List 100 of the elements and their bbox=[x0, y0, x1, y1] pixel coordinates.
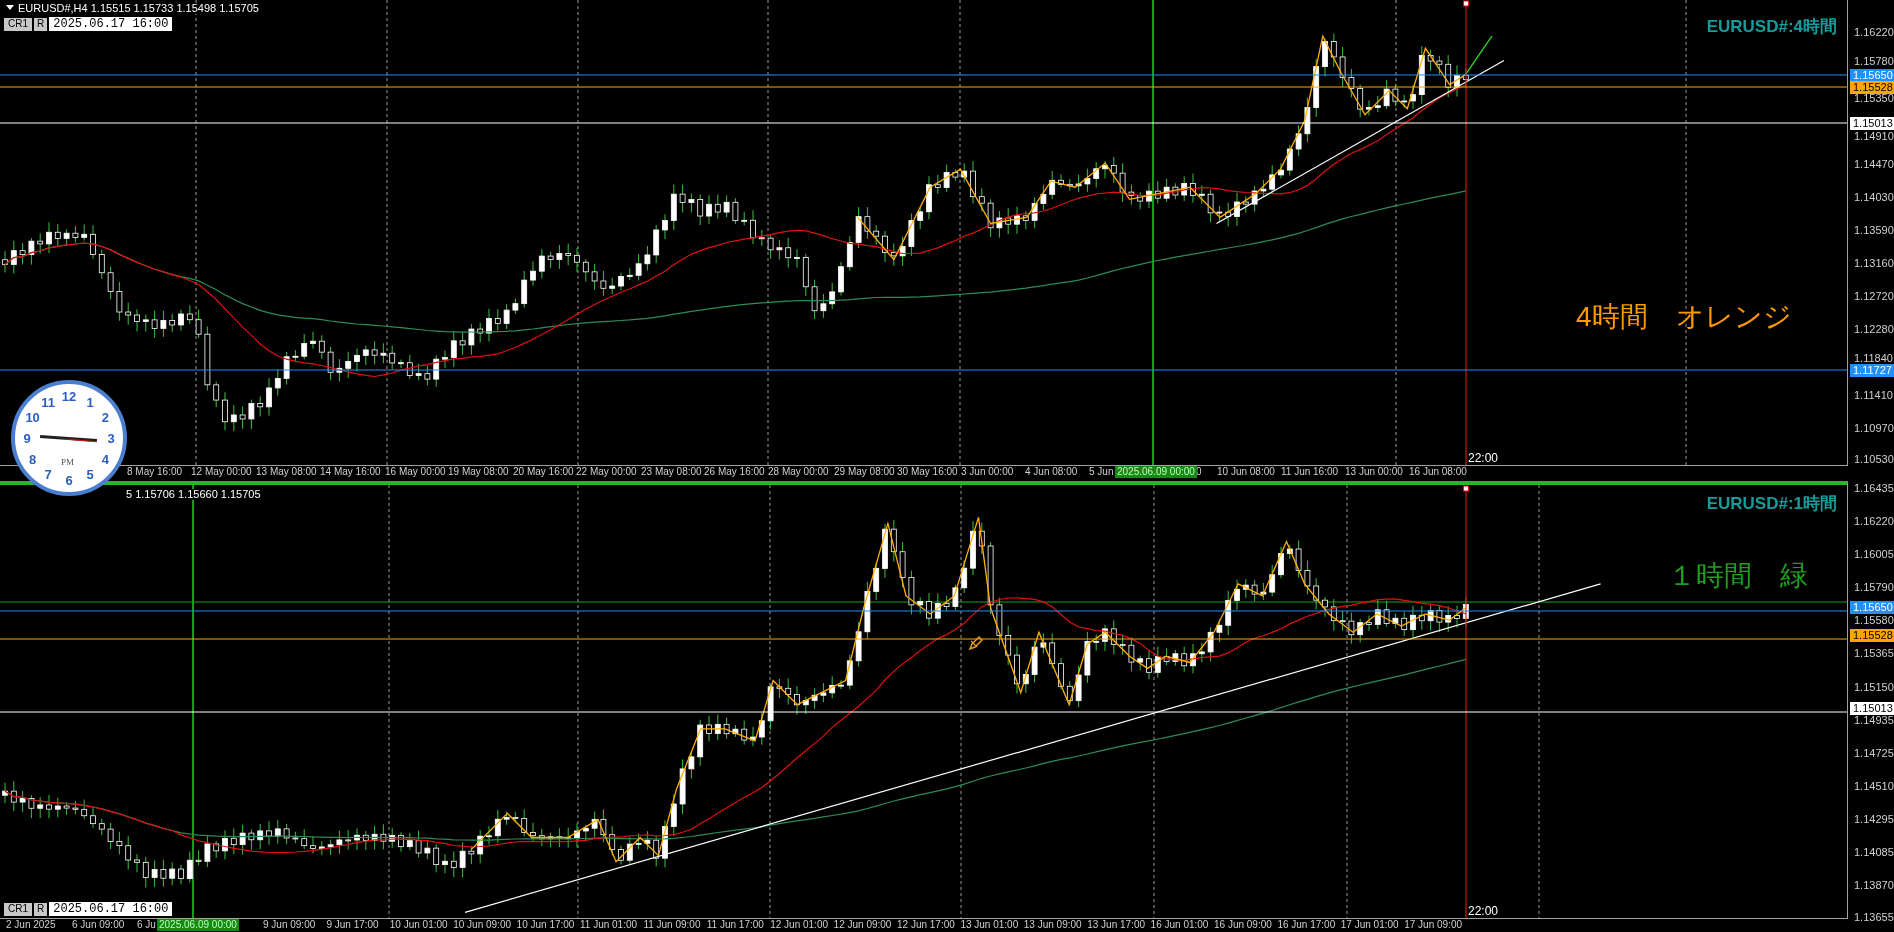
price-tick: 1.16220 bbox=[1854, 27, 1894, 38]
cursor-time-label: 2025.06.09 00:00 bbox=[157, 919, 239, 931]
time-label: 26 May 16:00 bbox=[704, 467, 765, 477]
time-label: 13 May 08:00 bbox=[256, 467, 317, 477]
time-label: 10 Jun 17:00 bbox=[516, 920, 575, 930]
clock-number: 5 bbox=[85, 468, 95, 482]
clock-number: 9 bbox=[22, 432, 32, 445]
clock-number: 11 bbox=[40, 395, 56, 409]
time-label: 12 Jun 09:00 bbox=[833, 920, 892, 930]
time-label: 11 Jun 17:00 bbox=[706, 920, 764, 930]
time-label: 13 Jun 17:00 bbox=[1087, 920, 1145, 930]
clock-number: 7 bbox=[43, 468, 53, 482]
price-tick: 1.15580 bbox=[1854, 615, 1894, 626]
price-marker-label: 1.15528 bbox=[1850, 629, 1894, 642]
time-label: 20 May 16:00 bbox=[513, 467, 574, 477]
chart-header: 5 1.15706 1.15660 1.15705 bbox=[126, 489, 261, 500]
price-marker-label: 1.15013 bbox=[1850, 117, 1894, 130]
time-label: 13 Jun 09:00 bbox=[1023, 920, 1082, 930]
time-label: 17 Jun 01:00 bbox=[1340, 920, 1399, 930]
clock-number: 8 bbox=[28, 453, 38, 466]
price-tick: 1.14030 bbox=[1854, 192, 1894, 203]
price-tick: 1.15790 bbox=[1854, 582, 1894, 593]
time-label: 17 Jun 09:00 bbox=[1404, 920, 1462, 930]
time-label: 10 Jun 09:00 bbox=[453, 920, 511, 930]
time-label: 12 May 00:00 bbox=[191, 467, 252, 477]
time-label: 12 Jun 01:00 bbox=[770, 920, 828, 930]
time-label: 2 Jun 2025 bbox=[6, 920, 56, 930]
symbol-label: EURUSD#:1時間 bbox=[1706, 493, 1837, 515]
time-label: 29 May 08:00 bbox=[834, 467, 895, 477]
clock-period: PM bbox=[61, 458, 74, 467]
time-label: 16 Jun 01:00 bbox=[1150, 920, 1209, 930]
time-label: 16 Jun 09:00 bbox=[1214, 920, 1272, 930]
end-time-label: 22:00 bbox=[1468, 452, 1499, 464]
price-tick: 1.15150 bbox=[1854, 682, 1894, 693]
price-tick: 1.16005 bbox=[1854, 549, 1894, 560]
time-label: 5 Jun bbox=[1089, 467, 1114, 477]
time-label: 4 Jun 08:00 bbox=[1025, 467, 1078, 477]
price-tick: 1.16220 bbox=[1854, 516, 1894, 527]
time-label: 3 Jun 00:00 bbox=[961, 467, 1014, 477]
cursor-time-label: 2025.06.09 00:00 bbox=[1115, 466, 1197, 478]
cr-button[interactable]: CR1 bbox=[4, 17, 32, 31]
cr-button[interactable]: CR1 bbox=[4, 902, 32, 916]
time-label: 19 May 08:00 bbox=[448, 467, 509, 477]
r-button[interactable]: R bbox=[34, 17, 48, 31]
time-label: 10 Jun 08:00 bbox=[1217, 467, 1275, 477]
time-label: 6 Jun 09:00 bbox=[72, 920, 125, 930]
price-tick: 1.14510 bbox=[1854, 781, 1894, 792]
chart-note: 4時間 オレンジ bbox=[1576, 300, 1792, 334]
price-tick: 1.11840 bbox=[1854, 353, 1893, 364]
price-tick: 1.15350 bbox=[1854, 93, 1894, 104]
time-label: 16 Jun 17:00 bbox=[1277, 920, 1336, 930]
price-tick: 1.10970 bbox=[1854, 423, 1894, 434]
price-tick: 1.15365 bbox=[1854, 648, 1894, 659]
time-label: 16 May 00:00 bbox=[385, 467, 446, 477]
price-marker-label: 1.15013 bbox=[1850, 702, 1894, 715]
end-time-label: 22:00 bbox=[1468, 905, 1499, 917]
price-tick: 1.13590 bbox=[1854, 225, 1894, 236]
time-label: 23 May 08:00 bbox=[641, 467, 702, 477]
pencil-icon bbox=[968, 635, 984, 651]
time-label: 10 Jun 01:00 bbox=[389, 920, 448, 930]
time-label: 22 May 00:00 bbox=[576, 467, 637, 477]
price-tick: 1.14295 bbox=[1854, 814, 1894, 825]
time-label: 6 Ju bbox=[137, 920, 156, 930]
clock-number: 6 bbox=[64, 474, 74, 487]
time-label: 11 Jun 01:00 bbox=[580, 920, 638, 930]
r-button[interactable]: R bbox=[34, 902, 48, 916]
clock-number: 1 bbox=[85, 395, 95, 409]
time-label: 28 May 00:00 bbox=[768, 467, 829, 477]
price-tick: 1.14935 bbox=[1854, 715, 1894, 726]
price-marker-label: 1.15528 bbox=[1850, 81, 1894, 94]
price-tick: 1.15780 bbox=[1854, 56, 1894, 67]
time-label: 16 Jun 08:00 bbox=[1409, 467, 1467, 477]
price-tick: 1.14085 bbox=[1854, 847, 1894, 858]
clock-number: 12 bbox=[60, 390, 78, 403]
dropdown-icon[interactable] bbox=[6, 5, 14, 10]
price-tick: 1.12280 bbox=[1854, 324, 1894, 335]
price-marker-label: 1.11727 bbox=[1850, 364, 1894, 377]
symbol-label: EURUSD#:4時間 bbox=[1706, 16, 1837, 38]
time-label: 9 Jun 09:00 bbox=[263, 920, 316, 930]
price-tick: 1.11410 bbox=[1854, 390, 1893, 401]
price-marker-label: 1.15650 bbox=[1850, 601, 1894, 614]
time-label: 11 Jun 16:00 bbox=[1281, 467, 1339, 477]
clock-number: 4 bbox=[100, 453, 110, 466]
clock-number: 10 bbox=[24, 411, 41, 424]
time-label: 30 May 16:00 bbox=[897, 467, 958, 477]
price-tick: 1.14725 bbox=[1854, 748, 1894, 759]
price-tick: 1.10530 bbox=[1854, 454, 1894, 465]
price-tick: 1.14910 bbox=[1854, 131, 1894, 142]
time-label: 13 Jun 01:00 bbox=[960, 920, 1019, 930]
clock-number: 2 bbox=[100, 411, 110, 424]
time-label: 8 May 16:00 bbox=[127, 467, 183, 477]
time-label: 11 Jun 09:00 bbox=[643, 920, 701, 930]
cursor-time-field: 2025.06.17 16:00 bbox=[49, 17, 173, 31]
time-label: 12 Jun 17:00 bbox=[897, 920, 955, 930]
time-label: 14 May 16:00 bbox=[320, 467, 381, 477]
chart-note: １時間 緑 bbox=[1668, 559, 1808, 593]
chart-header: EURUSD#,H4 1.15515 1.15733 1.15498 1.15705 bbox=[18, 3, 259, 14]
cursor-time-field: 2025.06.17 16:00 bbox=[49, 902, 173, 916]
price-tick: 1.13655 bbox=[1854, 912, 1894, 923]
price-tick: 1.13870 bbox=[1854, 880, 1894, 891]
